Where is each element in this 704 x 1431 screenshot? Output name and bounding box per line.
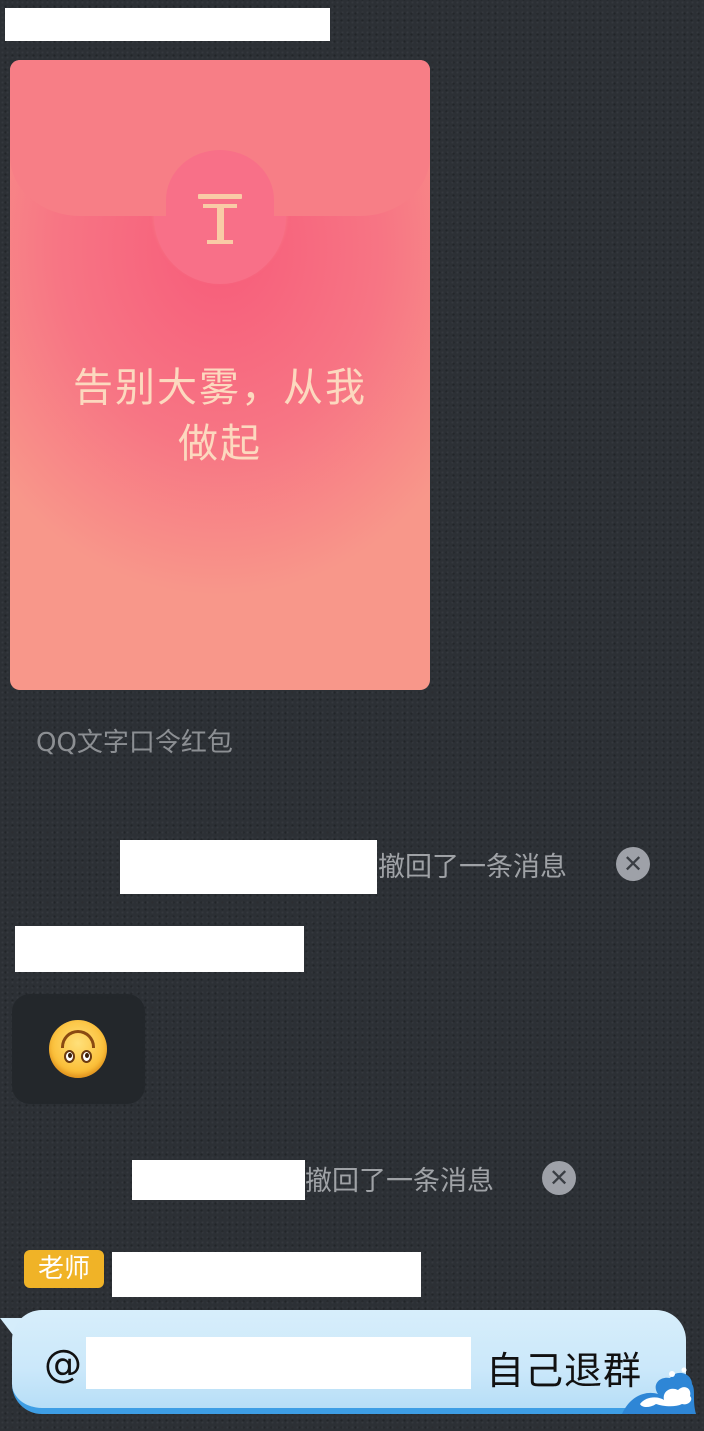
mention-at-symbol: @ <box>44 1342 82 1386</box>
close-circle-icon[interactable]: ✕ <box>616 847 650 881</box>
recall-user-redacted <box>120 840 377 894</box>
red-packet-card[interactable]: 告别大雾，从我 做起 <box>10 60 430 690</box>
upside-down-face-icon <box>49 1020 107 1078</box>
recall-user-redacted <box>132 1160 305 1200</box>
red-packet-logo-icon <box>195 190 245 250</box>
close-circle-icon[interactable]: ✕ <box>542 1161 576 1195</box>
red-packet-message-line1: 告别大雾，从我 <box>73 365 367 411</box>
mention-user-redacted <box>86 1337 471 1389</box>
wave-decoration-icon <box>622 1367 696 1414</box>
red-packet-caption: QQ文字口令红包 <box>36 728 233 758</box>
red-packet-message-line2: 做起 <box>178 421 262 467</box>
sender-name-redacted <box>112 1252 421 1297</box>
recall-notice-text: 撤回了一条消息 <box>378 852 567 883</box>
role-badge: 老师 <box>24 1250 104 1288</box>
sender-name-redacted <box>15 926 304 972</box>
recall-notice-text: 撤回了一条消息 <box>305 1166 494 1197</box>
red-packet-message: 告别大雾，从我 做起 <box>10 360 430 472</box>
sender-name-redacted <box>5 8 330 41</box>
